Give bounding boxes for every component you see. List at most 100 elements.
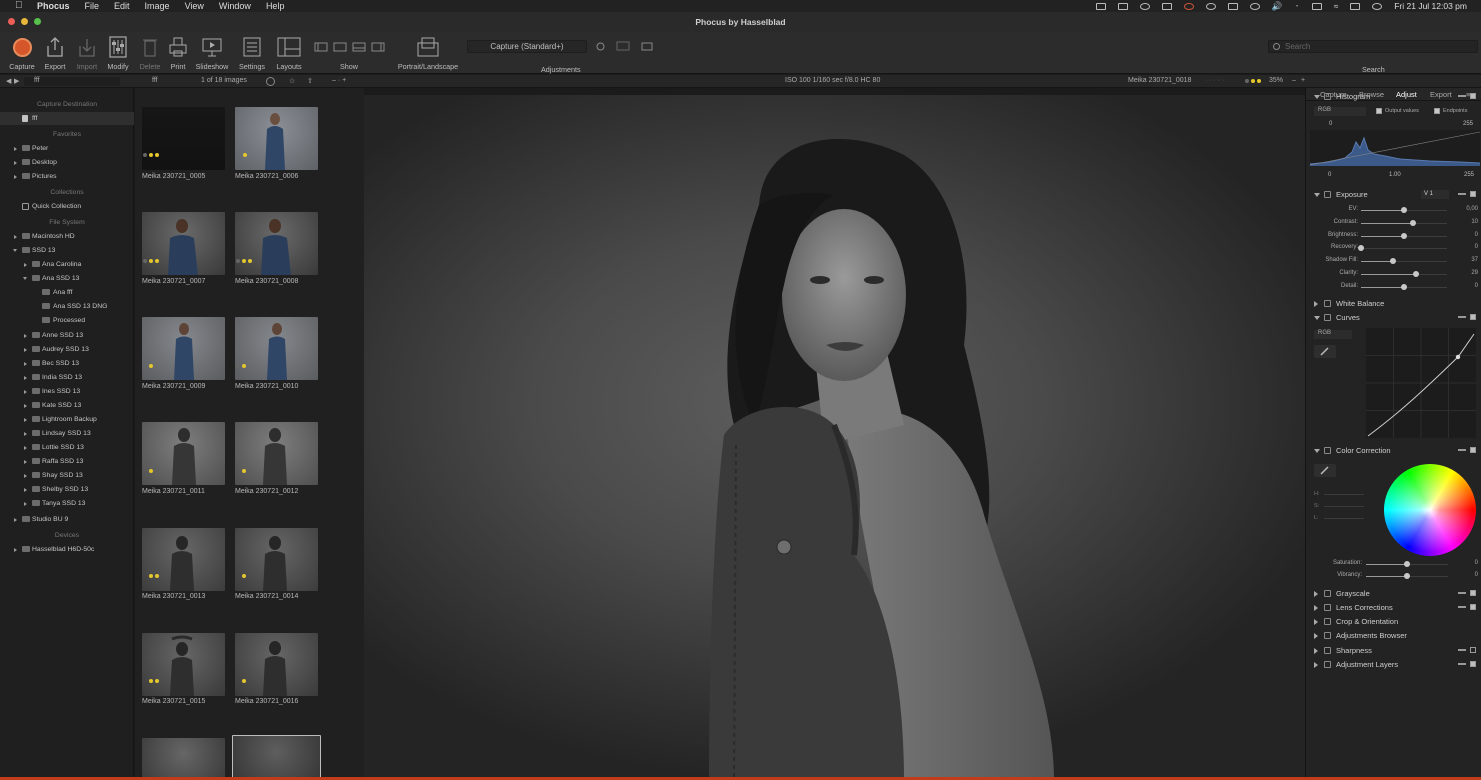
expand-icon[interactable] bbox=[14, 235, 17, 239]
siri-icon[interactable] bbox=[1372, 2, 1383, 10]
slider-knob[interactable] bbox=[1401, 283, 1407, 290]
favorite-pictures[interactable]: Pictures bbox=[0, 170, 134, 183]
expand-icon[interactable] bbox=[24, 460, 27, 464]
menu-file[interactable]: File bbox=[85, 1, 100, 11]
folder-item[interactable]: Tanya SSD 13 bbox=[0, 497, 134, 510]
show-sidebar-icon[interactable] bbox=[314, 42, 328, 52]
collapse-icon[interactable] bbox=[1314, 95, 1320, 99]
import-button[interactable]: Import bbox=[74, 36, 100, 71]
portrait-landscape-button[interactable]: Portrait/Landscape bbox=[393, 36, 463, 71]
folder-ana-fff[interactable]: Ana fff bbox=[0, 286, 134, 299]
print-button[interactable]: Print bbox=[165, 36, 191, 71]
hist-output-high[interactable]: 255 bbox=[1464, 172, 1474, 178]
slider-knob[interactable] bbox=[1401, 207, 1407, 213]
curves-header[interactable]: Curves bbox=[1306, 311, 1481, 324]
volume-studio[interactable]: Studio BU 9 bbox=[0, 513, 134, 526]
slider-value[interactable]: 0 bbox=[1454, 560, 1478, 566]
folder-item[interactable]: Raffa SSD 13 bbox=[0, 455, 134, 468]
enable-checkbox[interactable] bbox=[1470, 661, 1476, 667]
expand-icon[interactable] bbox=[1314, 662, 1318, 668]
expand-icon[interactable] bbox=[24, 502, 27, 506]
slider-value[interactable]: 0 bbox=[1454, 244, 1478, 250]
enable-checkbox[interactable] bbox=[1470, 93, 1476, 99]
menu-icon[interactable] bbox=[1458, 663, 1466, 665]
expand-icon[interactable] bbox=[24, 263, 27, 267]
destination-folder[interactable]: fff bbox=[0, 112, 134, 125]
disk-status-icon[interactable] bbox=[1139, 2, 1150, 10]
hist-output-low[interactable]: 0 bbox=[1328, 172, 1331, 178]
folder-item[interactable]: Bec SSD 13 bbox=[0, 357, 134, 370]
menu-app[interactable]: Phocus bbox=[37, 1, 70, 11]
folder-item[interactable]: Audrey SSD 13 bbox=[0, 343, 134, 356]
menu-icon[interactable] bbox=[1458, 649, 1466, 651]
expand-icon[interactable] bbox=[14, 147, 17, 151]
expand-icon[interactable] bbox=[14, 548, 17, 552]
zoom-level[interactable]: 35% bbox=[1269, 77, 1283, 84]
lightness-slider[interactable] bbox=[1324, 518, 1364, 519]
slider-value[interactable]: 0 bbox=[1454, 283, 1478, 289]
collapse-icon[interactable] bbox=[1314, 316, 1320, 320]
color-tag-dots[interactable] bbox=[1245, 79, 1261, 83]
capture-button[interactable]: Capture bbox=[7, 36, 37, 71]
folder-ana-ssd13[interactable]: Ana SSD 13 bbox=[0, 272, 134, 285]
folder-item[interactable]: Lottie SSD 13 bbox=[0, 441, 134, 454]
slider-knob[interactable] bbox=[1404, 573, 1410, 579]
grayscale-header[interactable]: Grayscale bbox=[1306, 587, 1481, 600]
crop-orientation-header[interactable]: Crop & Orientation bbox=[1306, 615, 1481, 628]
expand-icon[interactable] bbox=[14, 518, 17, 522]
enable-checkbox[interactable] bbox=[1470, 590, 1476, 596]
menu-view[interactable]: View bbox=[185, 1, 204, 11]
minimize-window-button[interactable] bbox=[21, 18, 28, 25]
thumbnail-image[interactable] bbox=[142, 738, 225, 780]
slideshow-button[interactable]: Slideshow bbox=[194, 36, 230, 71]
calendar-status-icon[interactable] bbox=[1161, 2, 1172, 10]
slider-track[interactable] bbox=[1361, 248, 1447, 250]
favorite-peter[interactable]: Peter bbox=[0, 142, 134, 155]
quick-collection[interactable]: Quick Collection bbox=[0, 200, 134, 213]
settings-button[interactable]: Settings bbox=[236, 36, 268, 71]
layouts-button[interactable]: Layouts bbox=[272, 36, 306, 71]
screen-status-icon[interactable] bbox=[1117, 2, 1128, 10]
slider-value[interactable]: 0 bbox=[1454, 572, 1478, 578]
folder-item[interactable]: Shay SSD 13 bbox=[0, 469, 134, 482]
menu-icon[interactable] bbox=[1458, 95, 1466, 97]
expand-icon[interactable] bbox=[24, 488, 27, 492]
expand-icon[interactable] bbox=[24, 446, 27, 450]
menu-edit[interactable]: Edit bbox=[114, 1, 130, 11]
enable-checkbox[interactable] bbox=[1470, 314, 1476, 320]
export-button[interactable]: Export bbox=[42, 36, 68, 71]
enable-checkbox[interactable] bbox=[1470, 191, 1476, 197]
thumbnail-image-selected[interactable] bbox=[232, 735, 321, 780]
histogram-header[interactable]: Histogram bbox=[1306, 90, 1481, 103]
volume-icon[interactable]: 🔊 bbox=[1272, 1, 1283, 12]
expand-icon[interactable] bbox=[14, 175, 17, 179]
camera-status-icon[interactable] bbox=[1095, 2, 1106, 10]
collapse-icon[interactable] bbox=[1314, 449, 1320, 453]
expand-icon[interactable] bbox=[14, 161, 17, 165]
thumbnail-image[interactable] bbox=[142, 633, 225, 696]
copy-adjustments-icon[interactable] bbox=[616, 41, 630, 51]
expand-icon[interactable] bbox=[1314, 648, 1318, 654]
folder-item[interactable]: India SSD 13 bbox=[0, 371, 134, 384]
expand-icon[interactable] bbox=[1314, 605, 1318, 611]
thumbnail-image[interactable] bbox=[142, 317, 225, 380]
slider-value[interactable]: 0 bbox=[1454, 232, 1478, 238]
hist-input-high[interactable]: 255 bbox=[1463, 121, 1473, 127]
white-balance-header[interactable]: White Balance bbox=[1306, 297, 1481, 310]
rating-stars[interactable]: · · · · · bbox=[1205, 77, 1224, 84]
lens-corrections-header[interactable]: Lens Corrections bbox=[1306, 601, 1481, 614]
battery-icon[interactable] bbox=[1311, 2, 1322, 10]
menu-icon[interactable] bbox=[1458, 316, 1466, 318]
exposure-version-select[interactable]: V 1 bbox=[1421, 190, 1449, 199]
thumbnail-image[interactable] bbox=[142, 422, 225, 485]
image-viewer[interactable] bbox=[364, 95, 1305, 780]
slider-value[interactable]: 37 bbox=[1454, 257, 1478, 263]
hist-gamma[interactable]: 1.00 bbox=[1389, 172, 1401, 178]
bluetooth-icon[interactable]: ᛫ bbox=[1294, 1, 1299, 11]
folder-ana-dng[interactable]: Ana SSD 13 DNG bbox=[0, 300, 134, 313]
slider-value[interactable]: 29 bbox=[1454, 270, 1478, 276]
expand-icon[interactable] bbox=[24, 334, 27, 338]
exposure-header[interactable]: Exposure V 1 bbox=[1306, 188, 1481, 201]
color-eyedropper-button[interactable] bbox=[1314, 464, 1336, 477]
output-values-checkbox[interactable] bbox=[1376, 108, 1382, 114]
